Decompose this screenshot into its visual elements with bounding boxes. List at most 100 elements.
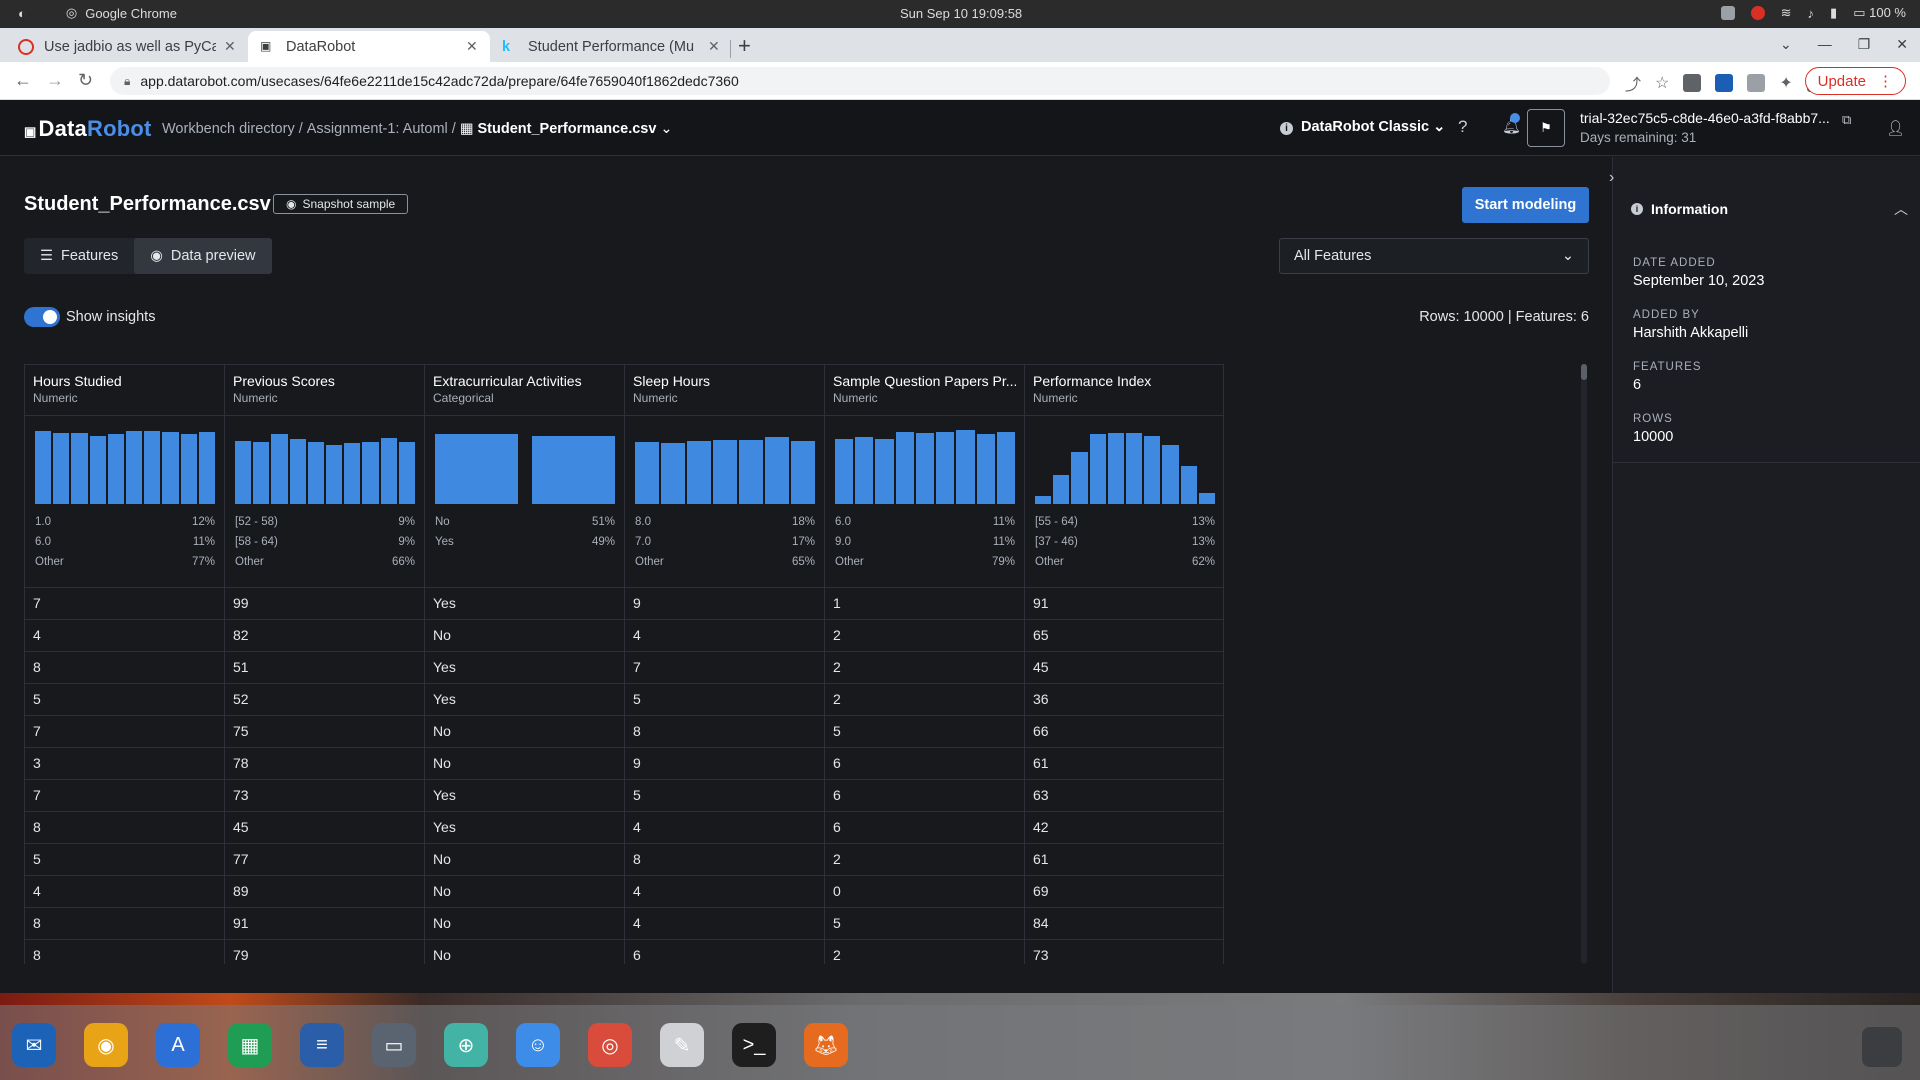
show-insights-toggle[interactable] [24,307,60,327]
column-histogram[interactable] [635,428,815,504]
histogram-bar[interactable] [71,433,88,504]
histogram-bar[interactable] [936,431,955,504]
minimize-icon[interactable]: — [1818,36,1832,53]
histogram-bar[interactable] [271,434,288,504]
wifi-icon[interactable]: ≋ [1781,5,1792,21]
column-header[interactable]: Sample Question Papers Pr... Numeric [825,364,1024,416]
close-tab-icon[interactable]: ✕ [224,38,236,55]
chrome-icon[interactable]: ◎ [588,1023,632,1067]
histogram-bar[interactable] [875,438,894,504]
column-histogram[interactable] [835,428,1015,504]
information-header[interactable]: i Information [1631,201,1728,217]
share-icon[interactable]: ⤴ [1625,71,1641,95]
browser-tab-jadbio[interactable]: Use jadbio as well as PyCa ✕ [6,31,248,62]
histogram-bar[interactable] [435,434,518,504]
chevron-up-icon[interactable]: ︿ [1894,199,1908,219]
histogram-bar[interactable] [307,441,325,504]
update-button[interactable]: Update ⋮ [1804,67,1906,95]
bookmark-star-icon[interactable]: ☆ [1655,73,1669,93]
histogram-bar[interactable] [791,440,815,504]
histogram-bar[interactable] [107,434,125,504]
histogram-bar[interactable] [35,431,52,504]
histogram-bar[interactable] [89,435,106,504]
battery-status[interactable]: ▭ 100 % [1853,5,1906,21]
histogram-bar[interactable] [687,440,711,504]
breadcrumb-workbench[interactable]: Workbench directory [162,121,295,137]
close-tab-icon[interactable]: ✕ [708,38,720,55]
extension-icon[interactable] [1683,74,1702,92]
user-account-icon[interactable]: 👤︎ [1886,119,1905,137]
histogram-bar[interactable] [1144,435,1161,504]
help-icon[interactable]: ? [1458,117,1467,137]
lock-icon[interactable]: 🔒︎ [124,74,130,89]
histogram-bar[interactable] [1198,493,1216,504]
histogram-bar[interactable] [1035,496,1052,504]
histogram-bar[interactable] [162,431,179,504]
histogram-bar[interactable] [915,433,935,504]
classic-mode-switch[interactable]: i DataRobot Classic ⌄ [1280,119,1445,135]
copy-icon[interactable]: ⧉ [1842,112,1851,128]
histogram-bar[interactable] [895,431,914,504]
terminal-icon[interactable]: >_ [732,1023,776,1067]
histogram-bar[interactable] [198,431,216,504]
histogram-bar[interactable] [1162,444,1179,504]
histogram-bar[interactable] [362,442,379,504]
histogram-bar[interactable] [1107,432,1125,504]
histogram-bar[interactable] [253,442,270,504]
histogram-bar[interactable] [398,442,416,504]
rhythmbox-icon[interactable]: ◉ [84,1023,128,1067]
histogram-bar[interactable] [1053,475,1070,504]
pdf-extension-icon[interactable] [1715,74,1734,92]
tab-features[interactable]: ☰ Features [24,238,134,274]
feature-list-select[interactable]: All Features ⌄ [1279,238,1589,274]
histogram-bar[interactable] [765,437,789,504]
histogram-bar[interactable] [289,438,306,504]
datarobot-logo[interactable]: ▣DataRobot [24,116,152,142]
histogram-bar[interactable] [126,431,143,504]
start-modeling-button[interactable]: Start modeling [1462,187,1589,223]
help-icon[interactable]: ⊕ [444,1023,488,1067]
data-preview-table[interactable]: Hours Studied Numeric 1.0 12% 6.0 11% Other 77%… [24,364,1224,964]
column-histogram[interactable] [435,428,615,504]
tab-data-preview[interactable]: ◉ Data preview [134,238,272,274]
histogram-bar[interactable] [144,431,161,504]
histogram-bar[interactable] [739,440,763,504]
camera-extension-icon[interactable] [1747,74,1766,92]
activities-icon[interactable]: ◐ [18,6,26,21]
new-tab-button[interactable]: + [738,33,751,59]
histogram-bar[interactable] [53,433,70,504]
firefox-icon[interactable]: 🦊︎ [804,1023,848,1067]
screenshot-icon[interactable]: ▭ [372,1023,416,1067]
flag-icon[interactable]: ⚑ [1527,109,1565,147]
breadcrumb-usecase[interactable]: Assignment-1: Automl [307,121,448,137]
more-menu-icon[interactable]: ⋮ [1878,72,1893,90]
histogram-bar[interactable] [180,434,197,504]
histogram-bar[interactable] [635,442,659,504]
column-header[interactable]: Extracurricular Activities Categorical [425,364,624,416]
spreadsheet-icon[interactable]: ▦ [228,1023,272,1067]
document-icon[interactable]: ≡ [300,1023,344,1067]
close-window-icon[interactable]: ✕ [1896,36,1908,53]
show-applications-icon[interactable] [1862,1027,1902,1067]
histogram-bar[interactable] [235,440,252,504]
column-header[interactable]: Performance Index Numeric [1025,364,1223,416]
finder-icon[interactable]: ☺ [516,1023,560,1067]
thunderbird-icon[interactable]: ✉ [12,1023,56,1067]
histogram-bar[interactable] [855,437,874,504]
tab-search-icon[interactable]: ⌄ [1780,36,1792,53]
close-tab-icon[interactable]: ✕ [466,38,478,55]
histogram-bar[interactable] [956,430,975,504]
back-icon[interactable]: ← [14,70,32,91]
histogram-bar[interactable] [661,443,685,504]
histogram-bar[interactable] [344,443,361,504]
histogram-bar[interactable] [1126,432,1143,504]
histogram-bar[interactable] [380,437,397,504]
forward-icon[interactable]: → [46,70,64,91]
histogram-bar[interactable] [976,434,995,504]
recording-icon[interactable] [1750,6,1765,20]
column-histogram[interactable] [235,428,416,504]
histogram-bar[interactable] [713,440,737,504]
column-histogram[interactable] [35,428,216,504]
app-center-icon[interactable]: A [156,1023,200,1067]
histogram-bar[interactable] [1071,452,1088,504]
